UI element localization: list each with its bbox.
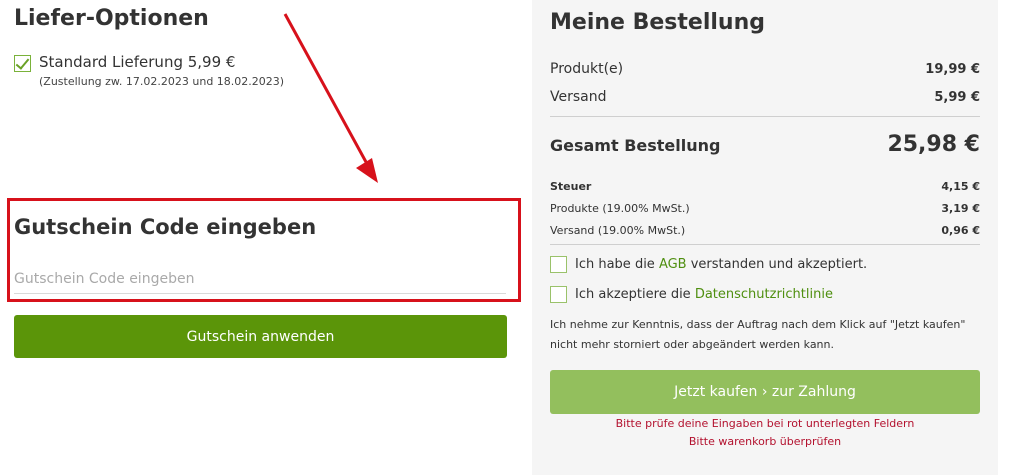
validation-error-fields: Bitte prüfe deine Eingaben bei rot unter… xyxy=(615,417,915,430)
privacy-consent[interactable]: Ich akzeptiere die Datenschutzrichtlinie xyxy=(550,286,833,303)
agb-consent-text: Ich habe die AGB verstanden und akzeptie… xyxy=(575,257,868,272)
shipping-value: 5,99 € xyxy=(934,90,980,105)
tax-label: Steuer xyxy=(550,180,592,193)
tax-products-value: 3,19 € xyxy=(941,202,980,215)
validation-error-cart: Bitte warenkorb überprüfen xyxy=(688,435,842,448)
tax-shipping-label: Versand (19.00% MwSt.) xyxy=(550,224,686,237)
summary-divider xyxy=(550,116,980,117)
cancellation-notice: Ich nehme zur Kenntnis, dass der Auftrag… xyxy=(550,315,980,355)
total-label: Gesamt Bestellung xyxy=(550,136,721,155)
summary-row-total: Gesamt Bestellung 25,98 € xyxy=(550,132,980,157)
products-label: Produkt(e) xyxy=(550,61,624,77)
tax-shipping-row: Versand (19.00% MwSt.) 0,96 € xyxy=(550,224,980,237)
delivery-and-voucher-column: Liefer-Optionen Standard Lieferung 5,99 … xyxy=(0,0,530,475)
delivery-checkbox[interactable] xyxy=(14,55,31,72)
notice-line-2: nicht mehr storniert oder abgeändert wer… xyxy=(550,338,834,351)
voucher-code-input[interactable] xyxy=(14,265,506,294)
tax-value: 4,15 € xyxy=(941,180,980,193)
tax-row: Steuer 4,15 € xyxy=(550,180,980,193)
apply-voucher-button[interactable]: Gutschein anwenden xyxy=(14,315,507,358)
delivery-options-title: Liefer-Optionen xyxy=(14,6,209,31)
order-summary-panel: Meine Bestellung Produkt(e) 19,99 € Vers… xyxy=(532,0,998,475)
privacy-consent-text: Ich akzeptiere die Datenschutzrichtlinie xyxy=(575,287,833,302)
products-value: 19,99 € xyxy=(925,62,980,77)
agb-link[interactable]: AGB xyxy=(659,257,687,272)
agb-consent[interactable]: Ich habe die AGB verstanden und akzeptie… xyxy=(550,256,867,273)
summary-row-products: Produkt(e) 19,99 € xyxy=(550,61,980,77)
buy-now-button[interactable]: Jetzt kaufen › zur Zahlung xyxy=(550,370,980,414)
standard-delivery-option[interactable]: Standard Lieferung 5,99 € (Zustellung zw… xyxy=(14,53,284,88)
summary-row-shipping: Versand 5,99 € xyxy=(550,89,980,105)
tax-products-row: Produkte (19.00% MwSt.) 3,19 € xyxy=(550,202,980,215)
delivery-date-range: (Zustellung zw. 17.02.2023 und 18.02.202… xyxy=(39,75,285,88)
tax-shipping-value: 0,96 € xyxy=(941,224,980,237)
agb-checkbox[interactable] xyxy=(550,256,567,273)
shipping-label: Versand xyxy=(550,89,607,105)
order-summary-title: Meine Bestellung xyxy=(550,10,765,35)
notice-line-1: Ich nehme zur Kenntnis, dass der Auftrag… xyxy=(550,318,966,331)
privacy-policy-link[interactable]: Datenschutzrichtlinie xyxy=(695,287,833,302)
tax-products-label: Produkte (19.00% MwSt.) xyxy=(550,202,690,215)
privacy-checkbox[interactable] xyxy=(550,286,567,303)
tax-divider xyxy=(550,244,980,245)
voucher-title: Gutschein Code eingeben xyxy=(14,215,317,239)
total-value: 25,98 € xyxy=(887,132,980,157)
delivery-option-label: Standard Lieferung 5,99 € xyxy=(39,53,236,71)
